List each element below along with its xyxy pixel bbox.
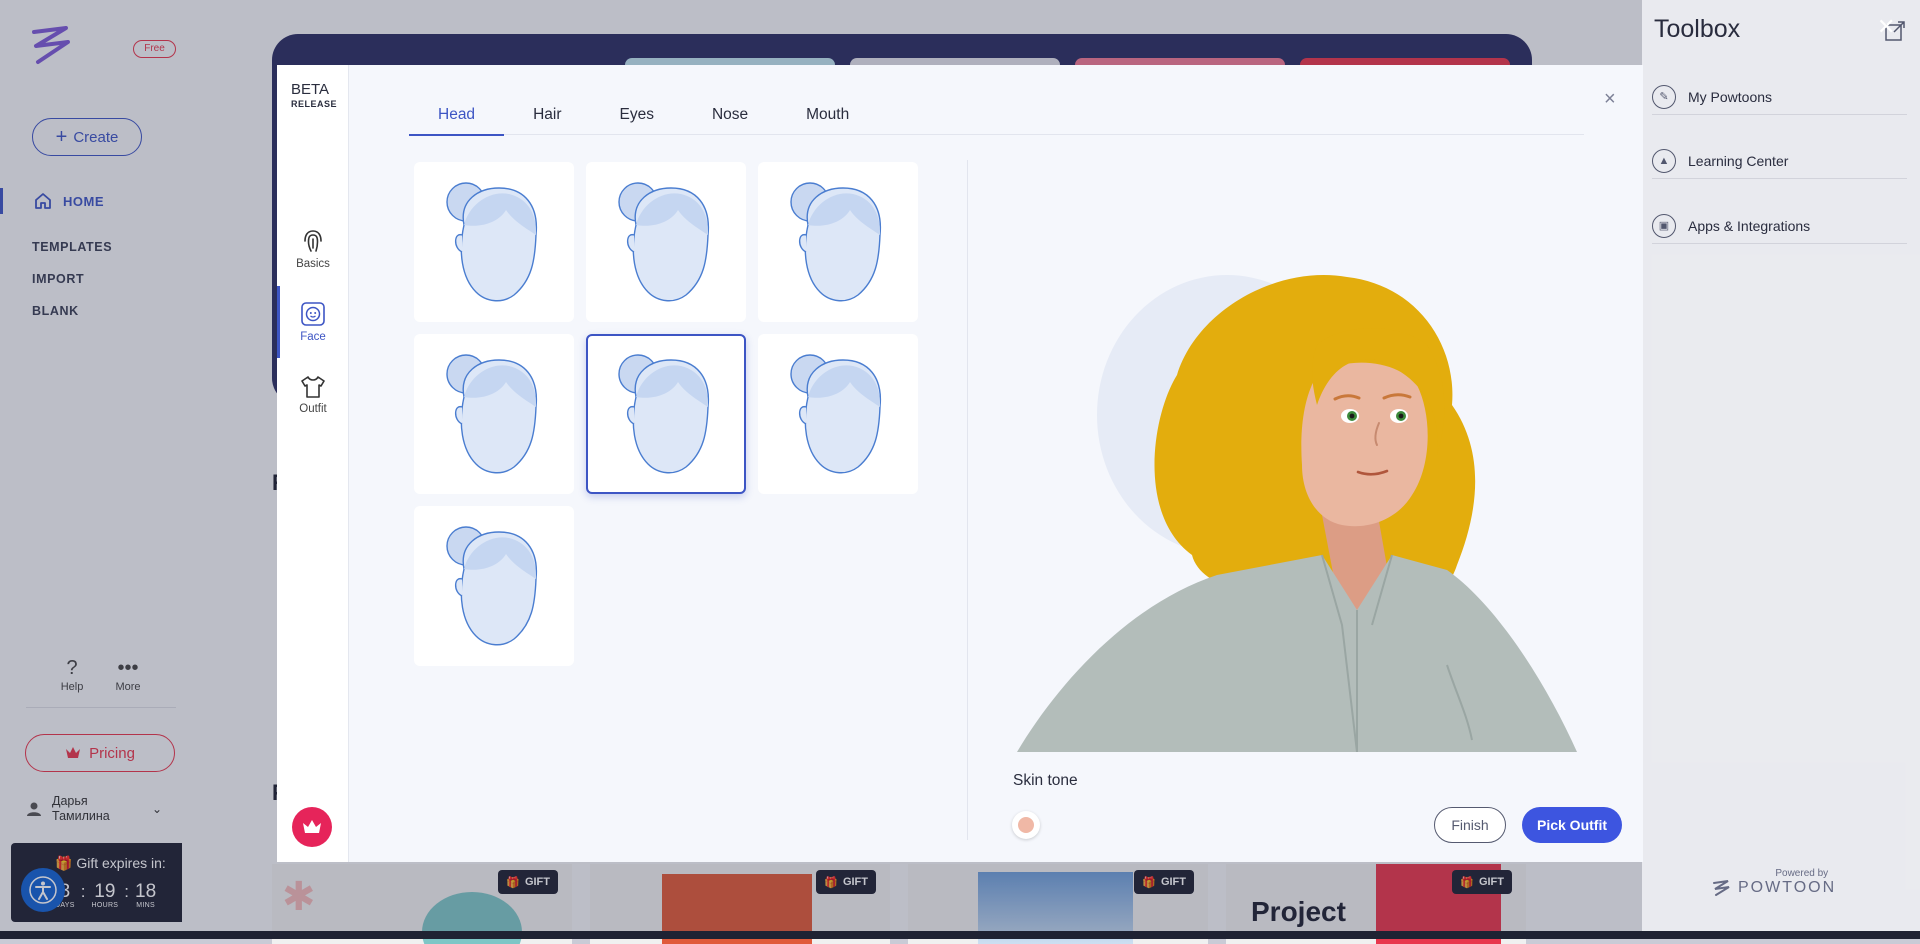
rail-item-label: Outfit bbox=[299, 403, 327, 415]
face-feature-tabs: Head Hair Eyes Nose Mouth bbox=[409, 95, 1584, 136]
rail-item-label: Basics bbox=[296, 258, 330, 270]
tab-head[interactable]: Head bbox=[409, 95, 505, 136]
head-option[interactable] bbox=[414, 334, 574, 494]
character-builder-modal: BETA RELEASE Basics Face Outfit × Head H… bbox=[277, 65, 1643, 862]
head-shape-icon bbox=[446, 525, 538, 645]
head-shape-icon bbox=[790, 353, 882, 473]
character-shirt bbox=[1017, 555, 1577, 752]
tab-mouth[interactable]: Mouth bbox=[777, 95, 878, 135]
toolbox-backdrop bbox=[1642, 0, 1920, 939]
beta-badge: BETA RELEASE bbox=[291, 81, 338, 109]
face-icon bbox=[301, 302, 325, 326]
head-shape-icon bbox=[618, 181, 710, 301]
head-shape-icon bbox=[446, 181, 538, 301]
skin-tone-label: Skin tone bbox=[1013, 772, 1078, 789]
head-option[interactable] bbox=[586, 162, 746, 322]
head-option[interactable] bbox=[758, 162, 918, 322]
bottom-strip bbox=[0, 931, 1920, 939]
head-option[interactable] bbox=[414, 162, 574, 322]
crown-icon bbox=[303, 820, 321, 833]
rail-item-basics[interactable]: Basics bbox=[277, 213, 349, 285]
premium-button[interactable] bbox=[292, 807, 332, 847]
head-shape-icon bbox=[618, 353, 710, 473]
fingerprint-icon bbox=[304, 230, 322, 252]
head-option[interactable] bbox=[414, 506, 574, 666]
tab-eyes[interactable]: Eyes bbox=[590, 95, 682, 135]
panel-divider bbox=[967, 160, 968, 840]
pick-outfit-button[interactable]: Pick Outfit bbox=[1522, 807, 1622, 843]
rail-item-face[interactable]: Face bbox=[277, 286, 349, 358]
character-preview bbox=[1017, 275, 1577, 752]
tab-hair[interactable]: Hair bbox=[504, 95, 590, 135]
close-icon[interactable]: ✕ bbox=[1877, 14, 1895, 40]
head-shape-icon bbox=[790, 181, 882, 301]
tab-nose[interactable]: Nose bbox=[683, 95, 777, 135]
tshirt-icon bbox=[301, 376, 325, 398]
rail-item-outfit[interactable]: Outfit bbox=[277, 359, 349, 431]
head-shape-icon bbox=[446, 353, 538, 473]
head-option[interactable] bbox=[586, 334, 746, 494]
builder-rail: BETA RELEASE Basics Face Outfit bbox=[277, 65, 349, 862]
skin-tone-color bbox=[1018, 817, 1034, 833]
rail-item-label: Face bbox=[300, 331, 326, 343]
finish-button[interactable]: Finish bbox=[1434, 807, 1506, 843]
head-option[interactable] bbox=[758, 334, 918, 494]
modal-close-icon[interactable]: × bbox=[1604, 88, 1616, 111]
skin-tone-swatch[interactable] bbox=[1012, 811, 1040, 839]
